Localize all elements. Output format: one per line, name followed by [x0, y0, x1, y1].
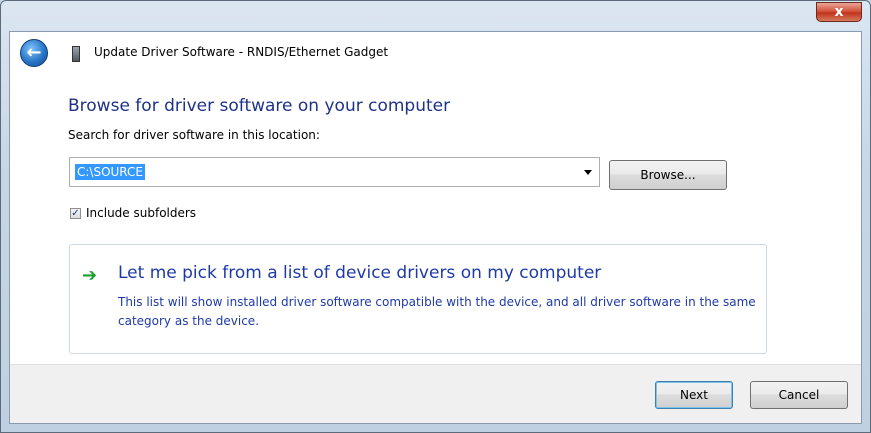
include-subfolders-label[interactable]: Include subfolders — [86, 206, 196, 220]
pick-from-list-title[interactable]: Let me pick from a list of device driver… — [118, 263, 601, 283]
next-button[interactable]: Next — [655, 381, 733, 409]
dialog-footer: Next Cancel — [10, 364, 861, 423]
dialog-content: ← Update Driver Software - RNDIS/Etherne… — [9, 31, 862, 424]
search-prompt-label: Search for driver software in this locat… — [68, 128, 320, 142]
page-heading: Browse for driver software on your compu… — [68, 96, 451, 116]
cancel-button[interactable]: Cancel — [750, 381, 848, 409]
include-subfolders-checkbox[interactable]: ✓ — [70, 208, 81, 219]
browse-button[interactable]: Browse... — [609, 160, 727, 190]
location-input[interactable]: C:\SOURCE — [75, 164, 146, 180]
close-icon: x — [834, 4, 844, 20]
close-button[interactable]: x — [816, 2, 862, 22]
dialog-window: x ← Update Driver Software - RNDIS/Ether… — [0, 0, 871, 433]
wizard-header: ← Update Driver Software - RNDIS/Etherne… — [10, 32, 861, 74]
location-combobox[interactable]: C:\SOURCE — [69, 157, 600, 187]
pick-from-list-option[interactable]: ➔ Let me pick from a list of device driv… — [69, 244, 767, 354]
title-bar[interactable]: x — [1, 1, 870, 31]
chevron-down-icon[interactable] — [584, 170, 592, 175]
green-arrow-icon: ➔ — [82, 265, 98, 286]
back-button[interactable]: ← — [20, 39, 48, 67]
window-title: Update Driver Software - RNDIS/Ethernet … — [94, 45, 389, 59]
back-arrow-icon: ← — [26, 42, 42, 63]
device-icon — [72, 46, 80, 62]
pick-from-list-description: This list will show installed driver sof… — [118, 295, 756, 328]
